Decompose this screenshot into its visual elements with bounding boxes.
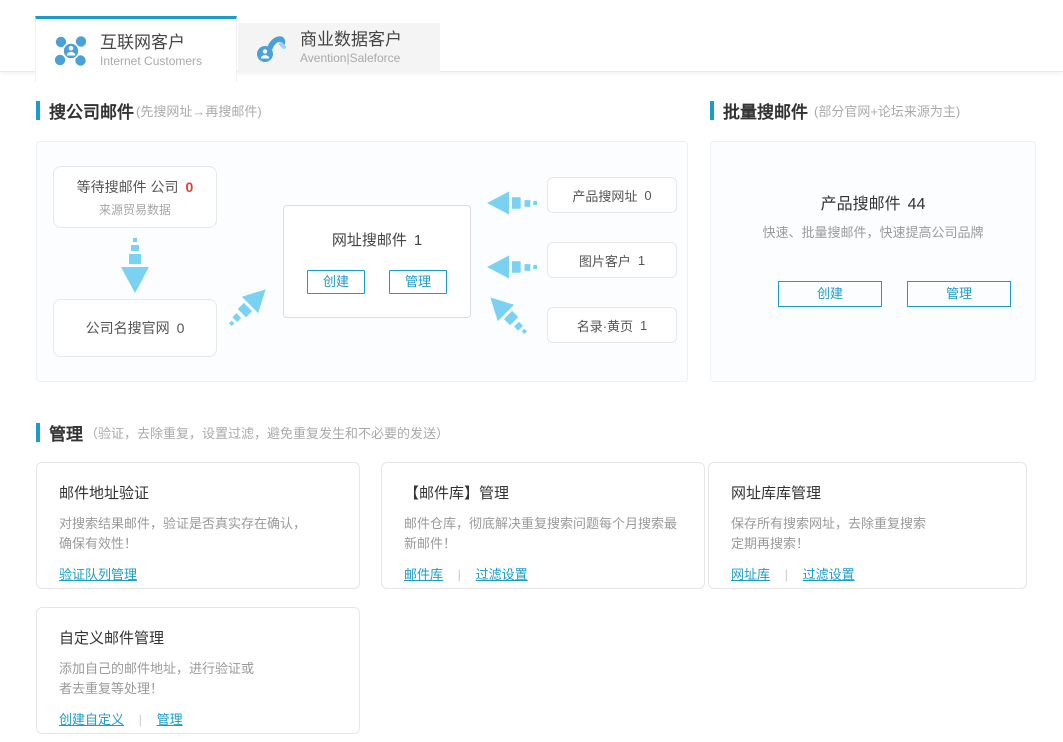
batch-create-button[interactable]: 创建 (778, 281, 882, 307)
accent-bar (36, 423, 40, 442)
key-user-icon (254, 31, 290, 65)
filter-settings-link[interactable]: 过滤设置 (803, 567, 855, 582)
section-header-manage: 管理 （验证，去除重复，设置过滤，避免重复发生和不必要的发送） (36, 420, 449, 445)
tab-subtitle: Avention|Saleforce (300, 51, 402, 66)
url-search-count: 1 (414, 232, 422, 249)
card-title: 网址库库管理 (731, 482, 1004, 503)
flow-arrow-up-left-icon (480, 287, 537, 344)
waiting-companies-box: 等待搜邮件 公司0 来源贸易数据 (53, 166, 217, 228)
flow-create-button[interactable]: 创建 (307, 270, 365, 294)
card-title: 自定义邮件管理 (59, 627, 337, 648)
waiting-count: 0 (186, 179, 194, 195)
card-description: 邮件仓库，彻底解决重复搜索问题每个月搜索最 新邮件！ (404, 514, 682, 554)
directory-yellowpages-box: 名录·黄页1 (547, 307, 677, 343)
link-separator: | (785, 567, 788, 582)
product-search-email-title: 产品搜邮件44 (711, 190, 1035, 214)
flow-arrow-left-icon (487, 188, 537, 218)
manage-link[interactable]: 管理 (157, 712, 183, 727)
product-email-count: 44 (908, 196, 926, 213)
tab-internet-customers[interactable]: 互联网客户 Internet Customers (35, 16, 237, 82)
create-custom-link[interactable]: 创建自定义 (59, 712, 124, 727)
product-url-count: 0 (644, 188, 651, 203)
card-title: 邮件地址验证 (59, 482, 337, 503)
app-window: 互联网客户 Internet Customers 商业数据客户 Avention… (0, 0, 1063, 742)
card-title: 【邮件库】管理 (404, 482, 682, 503)
image-customers-box: 图片客户1 (547, 242, 677, 278)
card-custom-email: 自定义邮件管理 添加自己的邮件地址，进行验证或 者去重复等处理！ 创建自定义 |… (36, 607, 360, 734)
company-count: 0 (177, 320, 185, 336)
card-description: 添加自己的邮件地址，进行验证或 者去重复等处理！ (59, 659, 337, 699)
verify-queue-link[interactable]: 验证队列管理 (59, 567, 137, 582)
directory-count: 1 (640, 318, 647, 333)
url-search-email-box: 网址搜邮件1 创建 管理 (283, 205, 471, 318)
section-title: 批量搜邮件 (723, 98, 808, 123)
url-search-email-label: 网址搜邮件1 (332, 229, 422, 250)
url-library-link[interactable]: 网址库 (731, 567, 770, 582)
section-header-search-company: 搜公司邮件 (先搜网址→再搜邮件) (36, 98, 262, 123)
tab-title: 互联网客户 (100, 32, 202, 53)
tab-business-data[interactable]: 商业数据客户 Avention|Saleforce (238, 23, 440, 72)
card-url-library: 网址库库管理 保存所有搜索网址，去除重复搜索 定期再搜索！ 网址库 | 过滤设置 (708, 462, 1027, 589)
batch-manage-button[interactable]: 管理 (907, 281, 1011, 307)
card-description: 保存所有搜索网址，去除重复搜索 定期再搜索！ (731, 514, 1004, 554)
waiting-source-label: 来源贸易数据 (99, 201, 171, 218)
card-description: 对搜索结果邮件，验证是否真实存在确认， 确保有效性！ (59, 514, 337, 554)
section-hint: （验证，去除重复，设置过滤，避免重复发生和不必要的发送） (85, 423, 449, 442)
search-flow-panel: 等待搜邮件 公司0 来源贸易数据 公司名搜官网0 网址搜邮件1 (36, 141, 688, 382)
link-separator: | (458, 567, 461, 582)
batch-search-panel: 产品搜邮件44 快速、批量搜邮件，快速提高公司品牌 创建 管理 (710, 141, 1036, 382)
image-customers-count: 1 (638, 253, 645, 268)
email-library-link[interactable]: 邮件库 (404, 567, 443, 582)
card-email-verification: 邮件地址验证 对搜索结果邮件，验证是否真实存在确认， 确保有效性！ 验证队列管理 (36, 462, 360, 589)
section-hint: (先搜网址→再搜邮件) (136, 101, 262, 120)
flow-arrow-down-icon (119, 238, 151, 298)
card-email-library: 【邮件库】管理 邮件仓库，彻底解决重复搜索问题每个月搜索最 新邮件！ 邮件库 |… (381, 462, 705, 589)
flow-arrow-up-right-icon (220, 279, 277, 336)
company-name-search-box: 公司名搜官网0 (53, 299, 217, 357)
section-header-batch-search: 批量搜邮件 (部分官网+论坛来源为主) (710, 98, 960, 123)
section-title: 搜公司邮件 (49, 98, 134, 123)
filter-settings-link[interactable]: 过滤设置 (476, 567, 528, 582)
accent-bar (36, 101, 40, 120)
tab-subtitle: Internet Customers (100, 54, 202, 69)
company-name-search-label: 公司名搜官网0 (86, 318, 185, 338)
tab-title: 商业数据客户 (300, 29, 402, 50)
section-hint: (部分官网+论坛来源为主) (814, 101, 960, 120)
waiting-companies-label: 等待搜邮件 公司0 (77, 177, 194, 197)
tab-bar: 互联网客户 Internet Customers 商业数据客户 Avention… (0, 0, 1063, 72)
product-search-url-box: 产品搜网址0 (547, 177, 677, 213)
batch-subtitle: 快速、批量搜邮件，快速提高公司品牌 (711, 222, 1035, 241)
flow-arrow-left-icon (487, 252, 537, 282)
flow-manage-button[interactable]: 管理 (389, 270, 447, 294)
accent-bar (710, 101, 714, 120)
section-title: 管理 (49, 420, 83, 445)
network-nodes-icon (52, 34, 90, 68)
link-separator: | (139, 712, 142, 727)
